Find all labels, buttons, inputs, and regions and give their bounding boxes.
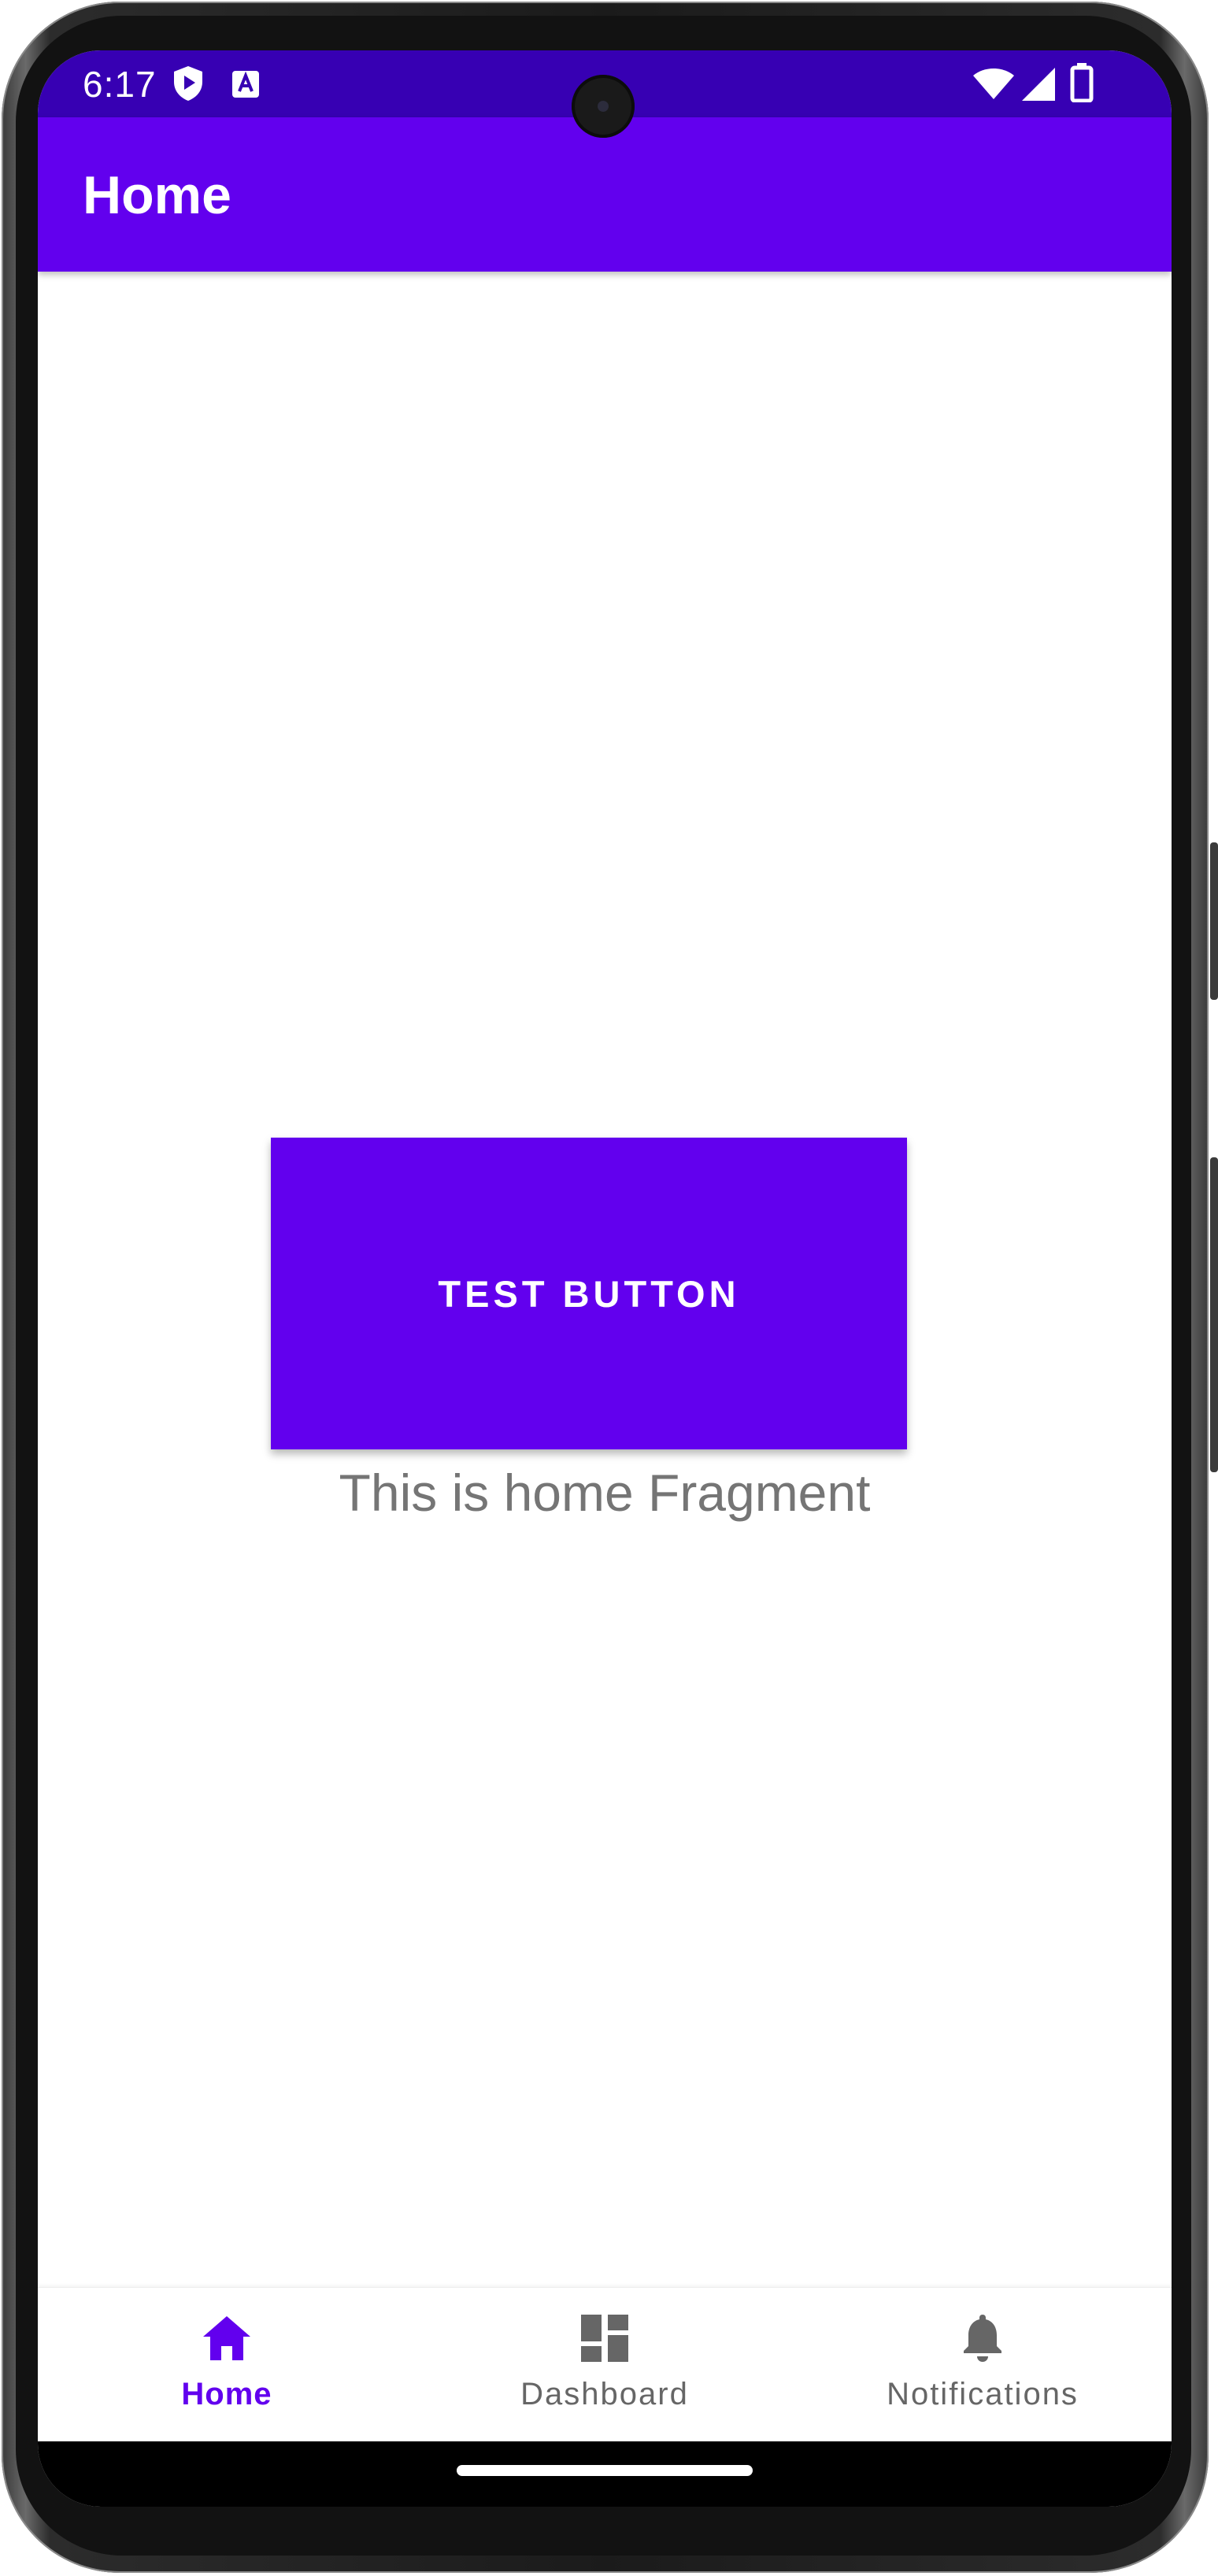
- nav-label-home: Home: [181, 2377, 272, 2411]
- keyboard-a-icon: [231, 69, 261, 103]
- device-mockup: 6:17 Home This is home Fragment TEST BUT…: [0, 0, 1218, 2576]
- home-fragment-text: This is home Fragment: [339, 1464, 871, 1522]
- nav-item-notifications[interactable]: Notifications: [794, 2288, 1172, 2442]
- battery-icon: [1070, 63, 1094, 106]
- system-gesture-bar: [38, 2441, 1172, 2507]
- home-fragment-content: This is home Fragment TEST BUTTON: [38, 272, 1172, 2287]
- nav-item-home[interactable]: Home: [38, 2288, 416, 2442]
- screen: 6:17 Home This is home Fragment TEST BUT…: [38, 50, 1172, 2507]
- nav-label-dashboard: Dashboard: [520, 2377, 689, 2411]
- app-bar: Home: [38, 117, 1172, 272]
- nav-label-notifications: Notifications: [887, 2377, 1079, 2411]
- gesture-handle[interactable]: [457, 2465, 753, 2476]
- play-protect-icon: [172, 65, 205, 106]
- front-camera: [572, 75, 635, 138]
- nav-item-dashboard[interactable]: Dashboard: [416, 2288, 794, 2442]
- status-time: 6:17: [83, 64, 157, 105]
- test-button[interactable]: TEST BUTTON: [271, 1138, 907, 1449]
- dashboard-icon: [578, 2311, 631, 2365]
- bell-icon: [956, 2311, 1009, 2365]
- volume-button: [1210, 1157, 1218, 1472]
- cellular-signal-icon: [1020, 66, 1057, 106]
- wifi-icon: [972, 66, 1016, 105]
- page-title: Home: [83, 165, 231, 225]
- home-icon: [200, 2311, 254, 2365]
- bottom-navigation: Home Dashboard Notifications: [38, 2287, 1172, 2442]
- power-button: [1210, 842, 1218, 1000]
